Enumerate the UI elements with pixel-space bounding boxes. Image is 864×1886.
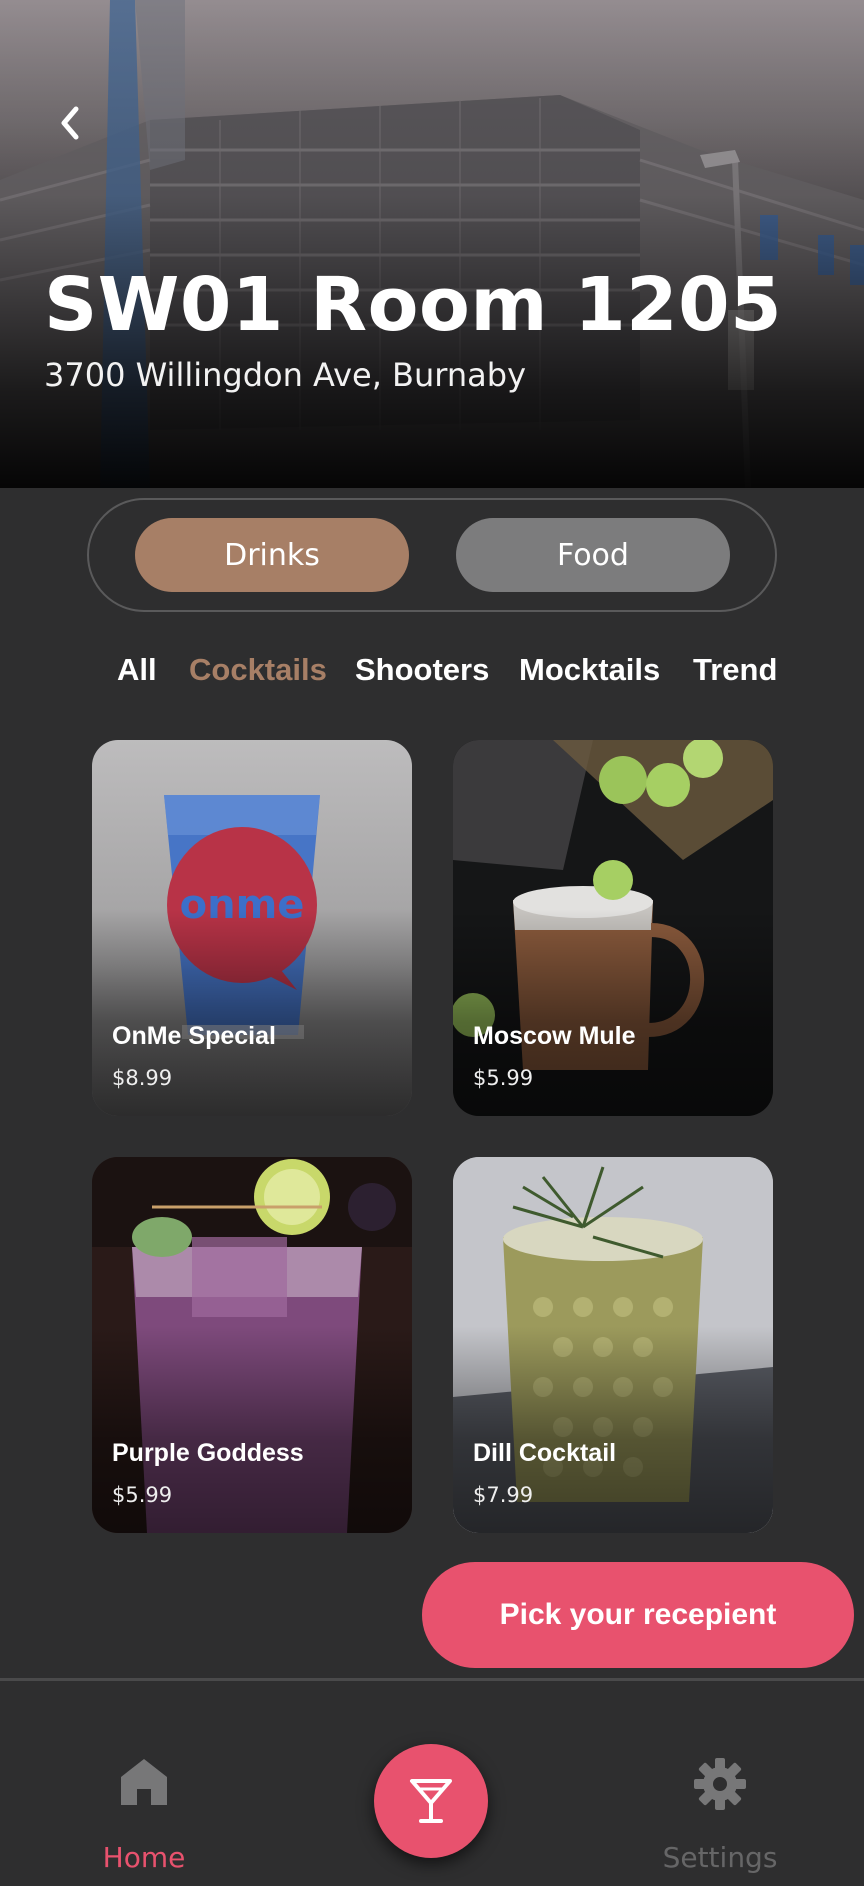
product-price: $5.99 <box>112 1483 173 1507</box>
gear-icon <box>694 1758 746 1810</box>
product-price: $7.99 <box>473 1483 534 1507</box>
chevron-left-icon <box>61 106 79 140</box>
product-name: Dill Cocktail <box>473 1439 617 1467</box>
venue-address: 3700 Willingdon Ave, Burnaby <box>44 356 526 394</box>
tab-food[interactable]: Food <box>456 518 730 592</box>
category-tabs: All Cocktails Shooters Mocktails Trend <box>0 652 864 702</box>
product-card[interactable]: Purple Goddess $5.99 <box>92 1157 412 1533</box>
product-price: $5.99 <box>473 1066 534 1090</box>
product-card[interactable]: Dill Cocktail $7.99 <box>453 1157 773 1533</box>
venue-title: SW01 Room 1205 <box>44 262 783 348</box>
hero-banner: SW01 Room 1205 3700 Willingdon Ave, Burn… <box>0 0 864 488</box>
cocktail-glass-icon <box>410 1779 452 1823</box>
category-all[interactable]: All <box>117 652 157 688</box>
product-name: Moscow Mule <box>473 1022 636 1050</box>
back-button[interactable] <box>46 100 92 146</box>
product-name: Purple Goddess <box>112 1439 304 1467</box>
category-trend[interactable]: Trend <box>693 652 777 688</box>
category-mocktails[interactable]: Mocktails <box>519 652 660 688</box>
product-card[interactable]: Moscow Mule $5.99 <box>453 740 773 1116</box>
product-price: $8.99 <box>112 1066 173 1090</box>
pick-recipient-button[interactable]: Pick your recepient <box>422 1562 854 1668</box>
nav-settings-label: Settings <box>662 1841 778 1874</box>
drinks-fab-button[interactable] <box>374 1744 488 1858</box>
nav-home-label: Home <box>102 1841 186 1874</box>
nav-home[interactable]: Home <box>44 1681 244 1886</box>
nav-settings[interactable]: Settings <box>620 1681 820 1886</box>
category-shooters[interactable]: Shooters <box>355 652 489 688</box>
hero-gradient-overlay <box>0 0 864 488</box>
product-card[interactable]: onme OnMe Special $8.99 <box>92 740 412 1116</box>
drinks-food-toggle: Drinks Food <box>87 498 777 612</box>
category-cocktails[interactable]: Cocktails <box>189 652 327 688</box>
tab-drinks[interactable]: Drinks <box>135 518 409 592</box>
home-icon <box>121 1759 167 1805</box>
product-name: OnMe Special <box>112 1022 276 1050</box>
